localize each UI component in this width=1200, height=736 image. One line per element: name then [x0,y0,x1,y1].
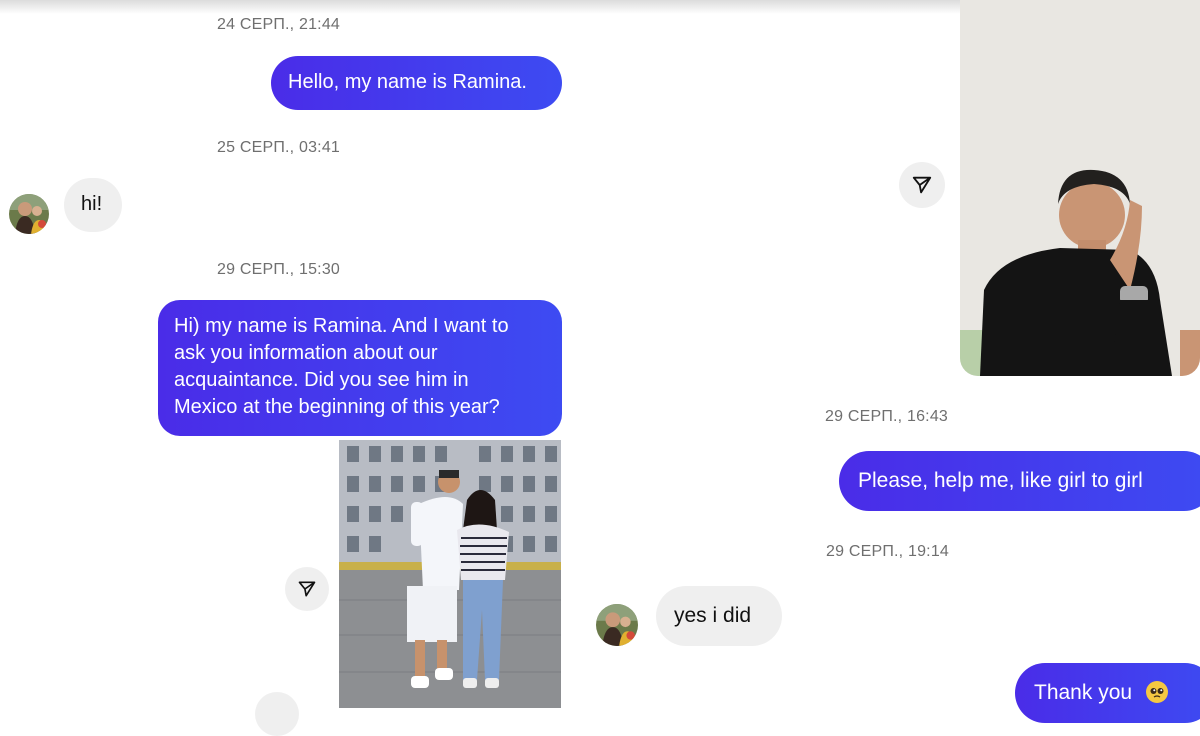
shared-photo-message[interactable] [339,440,561,708]
message-line: acquaintance. Did you see him in [174,369,469,391]
message-line: ask you information about our [174,342,438,364]
timestamp: 29 СЕРП., 15:30 [217,261,341,278]
pleading-face-emoji-icon [1145,681,1168,703]
message-text: Thank you [1034,681,1133,704]
message-text: yes i did [674,604,752,627]
timestamp: 29 СЕРП., 19:14 [826,543,950,560]
shared-photo-message[interactable] [960,0,1200,376]
share-button[interactable] [285,567,329,611]
share-button[interactable] [255,692,299,736]
send-icon [298,581,316,597]
message-line: Mexico at the beginning of this year? [174,396,500,418]
outgoing-message-bubble[interactable]: Please, help me, like girl to girl [839,451,1200,511]
contact-avatar[interactable] [596,604,638,646]
outgoing-message-bubble[interactable]: Thank you [1015,663,1200,723]
timestamp: 25 СЕРП., 03:41 [217,139,341,156]
share-button[interactable] [899,162,945,208]
man-portrait-photo [960,0,1200,376]
message-text: hi! [81,193,103,215]
send-icon [912,176,932,194]
message-line: Hi) my name is Ramina. And I want to [174,315,509,337]
message-text: Hello, my name is Ramina. [288,71,527,93]
contact-avatar[interactable] [9,194,49,234]
message-text: Please, help me, like girl to girl [858,469,1143,492]
couple-photo [339,440,561,708]
incoming-message-bubble[interactable]: hi! [64,178,122,232]
timestamp: 29 СЕРП., 16:43 [825,408,949,425]
outgoing-message-bubble[interactable]: Hi) my name is Ramina. And I want to ask… [158,300,562,436]
outgoing-message-bubble[interactable]: Hello, my name is Ramina. [271,56,562,110]
timestamp: 24 СЕРП., 21:44 [217,16,341,33]
incoming-message-bubble[interactable]: yes i did [656,586,782,646]
